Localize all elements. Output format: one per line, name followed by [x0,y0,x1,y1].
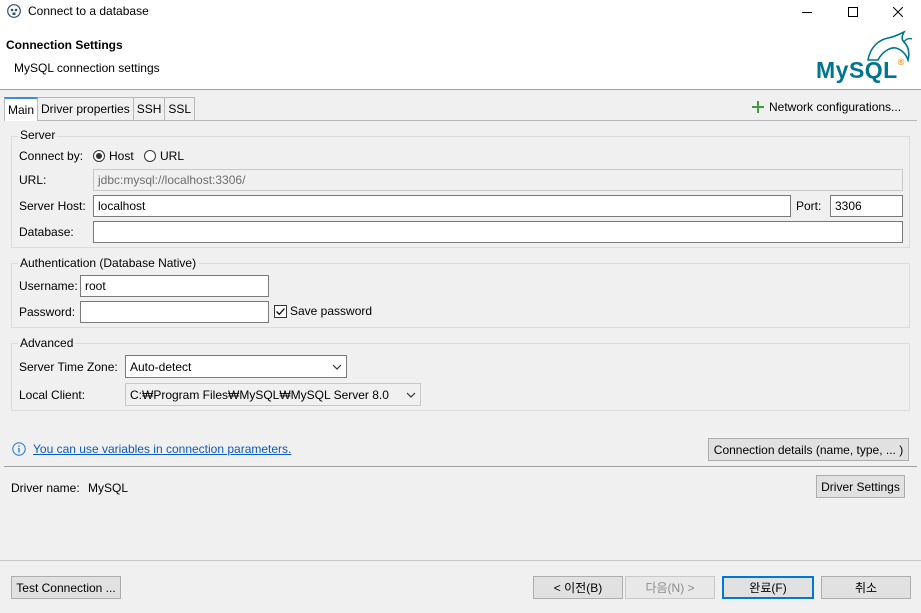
page-subtitle: MySQL connection settings [14,61,160,75]
authentication-group-label: Authentication (Database Native) [18,256,199,270]
divider [4,466,917,467]
password-label: Password: [19,305,76,319]
mysql-logo-mark: ® [897,57,905,67]
local-client-label: Local Client: [19,388,86,402]
network-configurations-label: Network configurations... [769,100,902,114]
username-field[interactable]: root [80,275,269,297]
tab-main-label: Main [8,103,35,117]
driver-name-label: Driver name: [11,481,80,495]
close-button[interactable] [875,0,921,24]
page-title: Connection Settings [6,38,123,52]
database-field[interactable] [93,221,903,243]
tab-driver-properties-label: Driver properties [41,102,130,116]
local-client-select[interactable]: C:₩Program Files₩MySQL₩MySQL Server 8.0 [125,383,421,406]
server-host-label: Server Host: [19,199,86,213]
connection-details-button[interactable]: Connection details (name, type, ... ) [708,438,909,461]
tab-ssl[interactable]: SSL [164,97,196,120]
tab-strip: Main Driver properties SSH SSL [4,97,196,121]
finish-button[interactable]: 완료(F) [722,576,814,599]
port-field[interactable]: 3306 [830,195,903,217]
save-password-label: Save password [290,304,373,318]
back-button[interactable]: < 이전(B) [533,576,623,599]
server-time-zone-value: Auto-detect [130,359,192,374]
tab-divider [4,120,917,121]
next-button[interactable]: 다음(N) > [625,576,715,599]
username-label: Username: [19,279,78,293]
checkmark-icon [276,307,285,315]
server-time-zone-select[interactable]: Auto-detect [125,355,347,378]
driver-name-value: MySQL [88,481,129,495]
port-label: Port: [796,199,822,213]
save-password-option[interactable]: Save password [274,304,372,318]
maximize-button[interactable] [830,0,876,24]
host-radio[interactable]: Host [93,149,134,163]
variables-help-link[interactable]: You can use variables in connection para… [33,442,291,456]
advanced-group-label: Advanced [18,336,76,350]
server-time-zone-label: Server Time Zone: [19,360,118,374]
minimize-icon [802,12,812,13]
test-connection-button[interactable]: Test Connection ... [11,576,121,599]
window-title: Connect to a database [28,4,149,18]
password-field[interactable] [80,301,269,323]
maximize-icon [848,7,858,17]
dialog-header: Connection Settings MySQL connection set… [0,24,921,90]
connect-by-label: Connect by: [19,149,84,163]
chevron-down-icon [406,392,416,398]
network-configurations-link[interactable]: Network configurations... [752,100,901,114]
tab-ssh[interactable]: SSH [132,97,166,120]
save-password-checkbox[interactable] [274,304,287,318]
mysql-logo: MySQL® [814,30,914,86]
url-label: URL: [19,173,47,187]
dbeaver-beaver-icon [7,4,21,18]
database-label: Database: [19,225,74,239]
tab-main[interactable]: Main [4,97,39,121]
url-radio[interactable]: URL [144,149,184,163]
mysql-logo-text: MySQL [816,57,898,83]
server-host-field[interactable]: localhost [93,195,791,217]
info-icon [12,442,26,456]
footer-divider [0,560,921,561]
cancel-button[interactable]: 취소 [821,576,911,599]
host-radio-label: Host [109,149,134,163]
chevron-down-icon [332,364,342,370]
host-radio-button[interactable] [93,150,105,162]
plus-icon [752,101,764,113]
tab-ssh-label: SSH [136,102,162,116]
tab-driver-properties[interactable]: Driver properties [37,97,134,120]
minimize-button[interactable] [784,0,830,24]
url-field[interactable]: jdbc:mysql://localhost:3306/ [93,169,903,191]
local-client-value: C:₩Program Files₩MySQL₩MySQL Server 8.0 [130,387,389,402]
url-radio-button[interactable] [144,150,156,162]
driver-settings-button[interactable]: Driver Settings [816,475,905,498]
tab-ssl-label: SSL [168,102,192,116]
server-group-label: Server [18,128,58,142]
url-radio-label: URL [160,149,185,163]
close-icon [893,7,903,17]
